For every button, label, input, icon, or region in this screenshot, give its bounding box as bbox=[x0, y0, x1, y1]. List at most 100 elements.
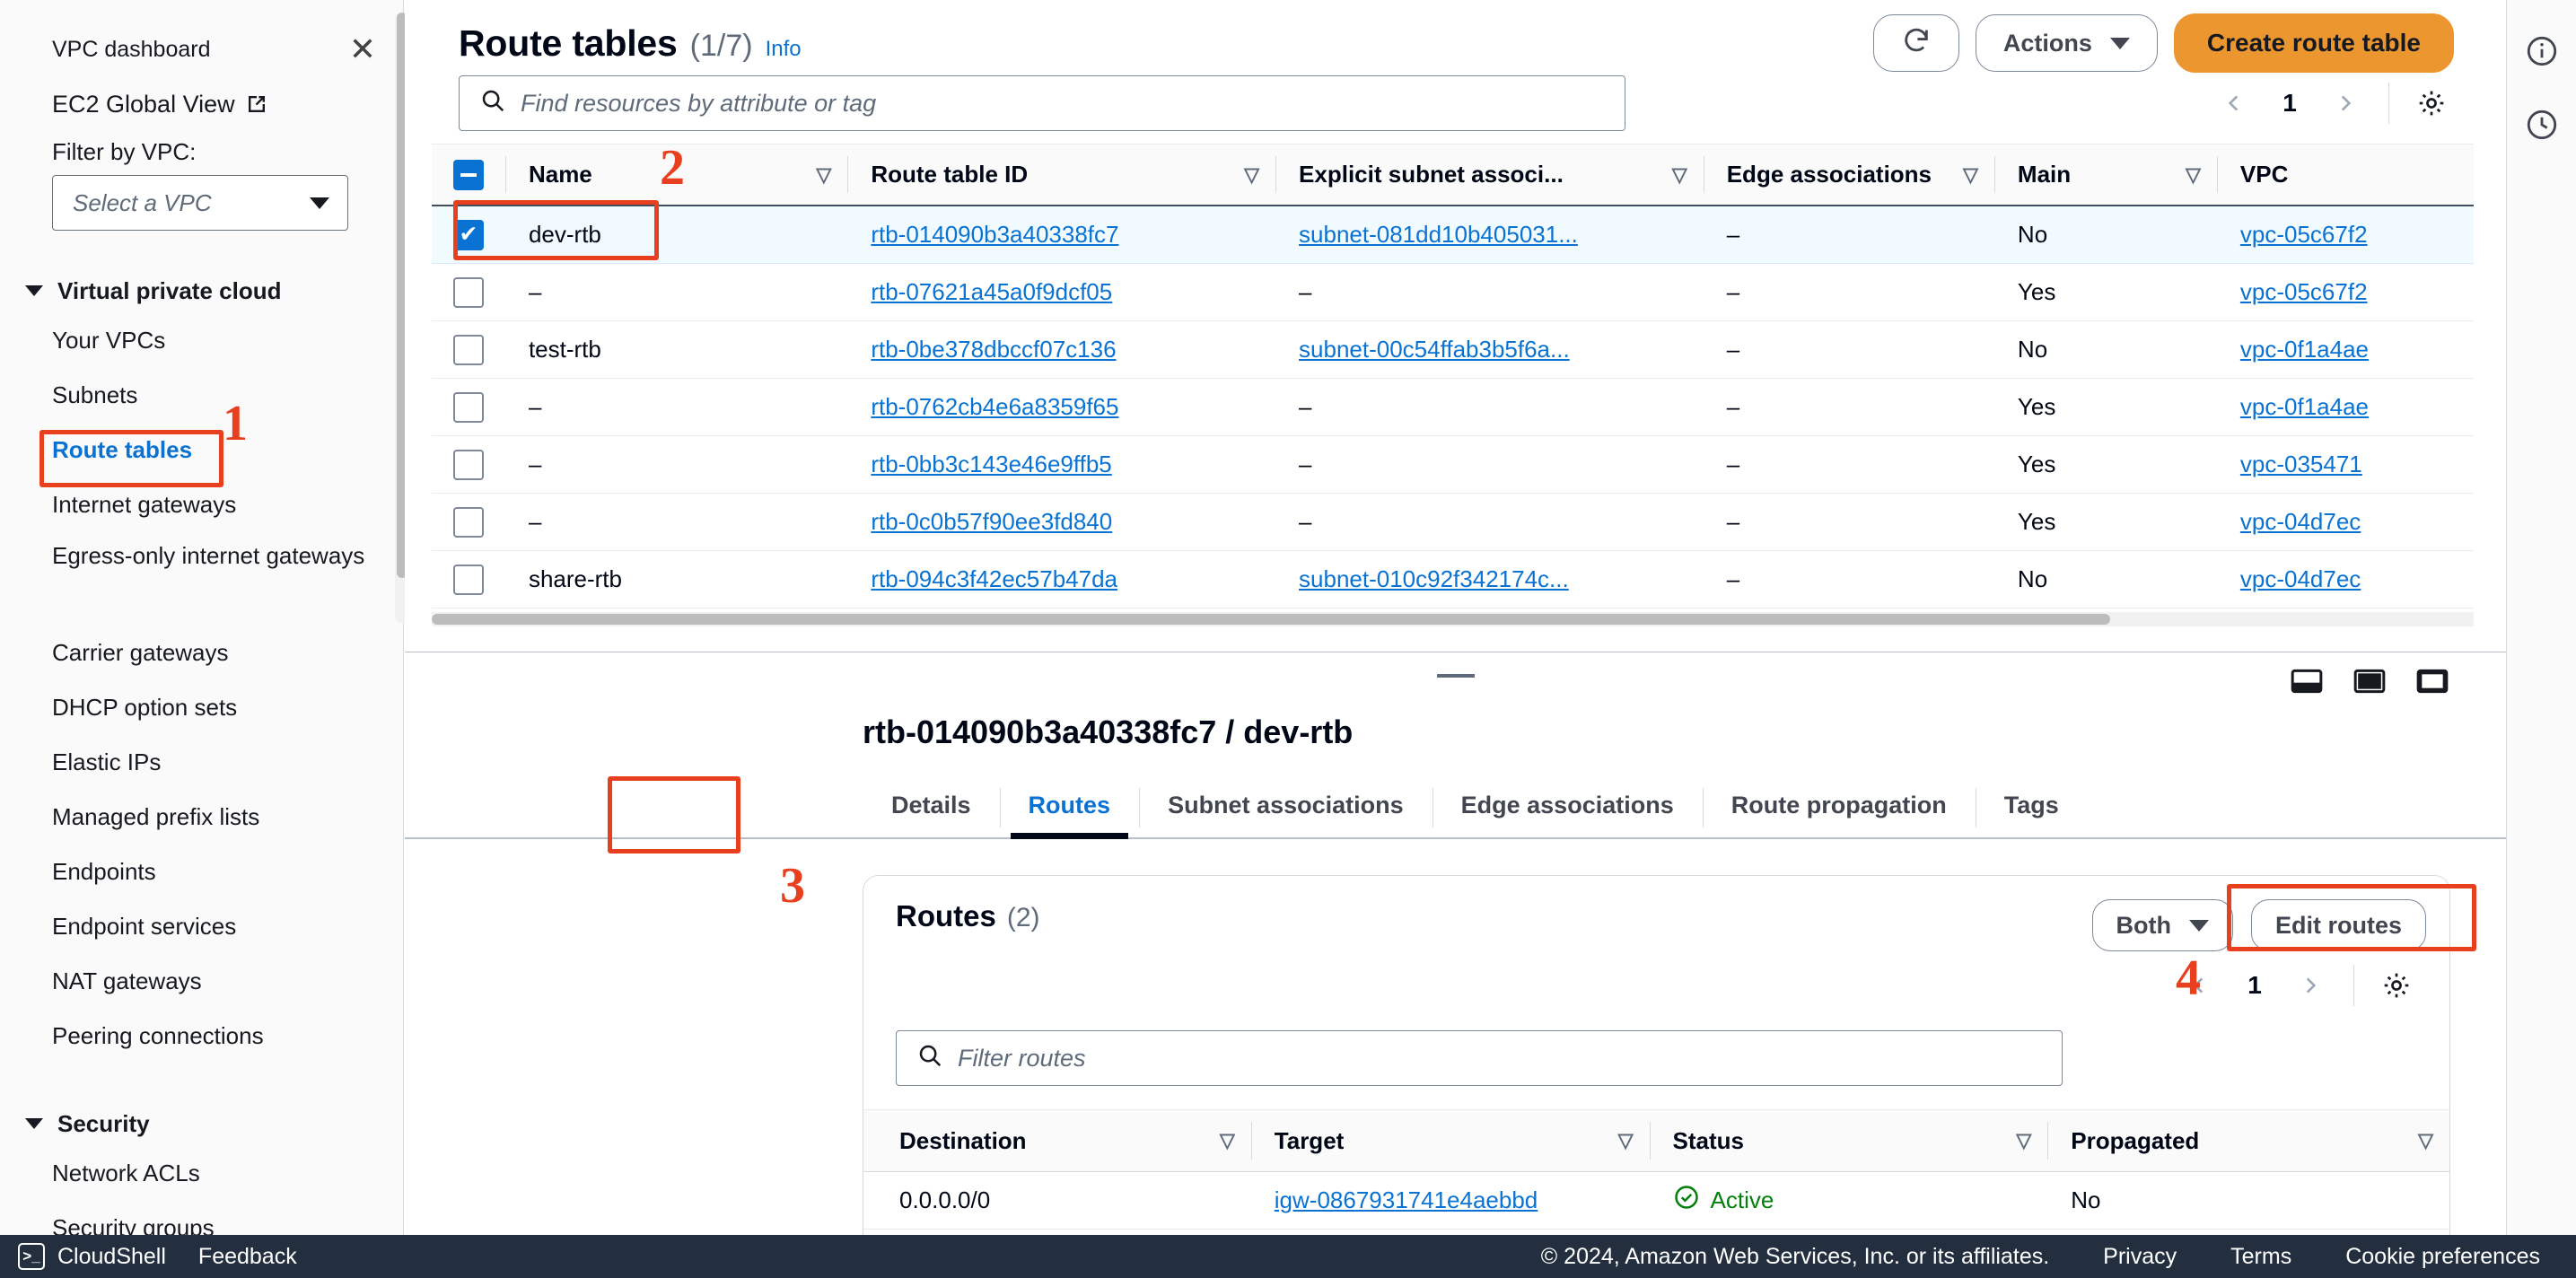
table-row[interactable]: – rtb-0c0b57f90ee3fd840 – – Yes vpc-04d7… bbox=[432, 494, 2474, 551]
search-input[interactable]: Find resources by attribute or tag bbox=[459, 75, 1625, 131]
create-route-table-button[interactable]: Create route table bbox=[2173, 13, 2454, 73]
sidebar-item-subnets[interactable]: Subnets bbox=[0, 368, 403, 423]
pagination-page-number[interactable]: 1 bbox=[2265, 89, 2315, 118]
row-checkbox[interactable] bbox=[452, 564, 484, 595]
history-icon[interactable] bbox=[2507, 88, 2576, 162]
sort-icon[interactable]: ▽ bbox=[1672, 163, 1687, 187]
column-header-vpc[interactable]: VPC bbox=[2216, 144, 2474, 205]
table-row[interactable]: test-rtb rtb-0be378dbccf07c136 subnet-00… bbox=[432, 321, 2474, 379]
panel-full-icon[interactable] bbox=[2414, 663, 2450, 699]
chevron-left-icon[interactable] bbox=[2209, 78, 2259, 128]
close-icon[interactable]: ✕ bbox=[349, 33, 376, 66]
table-row[interactable]: – rtb-07621a45a0f9dcf05 – – Yes vpc-05c6… bbox=[432, 264, 2474, 321]
sidebar-item-vpc-dashboard[interactable]: VPC dashboard bbox=[52, 37, 211, 63]
sidebar-ec2-global-view-row[interactable]: EC2 Global View bbox=[0, 75, 403, 126]
vpc-link[interactable]: vpc-035471 bbox=[2240, 451, 2362, 478]
panel-bottom-icon[interactable] bbox=[2352, 663, 2388, 699]
info-circle-icon[interactable] bbox=[2507, 14, 2576, 88]
routes-page-number[interactable]: 1 bbox=[2230, 971, 2280, 1000]
tab-subnet-associations[interactable]: Subnet associations bbox=[1139, 788, 1433, 837]
select-all-checkbox[interactable] bbox=[452, 159, 484, 190]
table-scrollbar-thumb[interactable] bbox=[432, 614, 2110, 625]
privacy-link[interactable]: Privacy bbox=[2103, 1244, 2177, 1270]
sidebar-item-network-acls[interactable]: Network ACLs bbox=[0, 1146, 403, 1201]
vpc-link[interactable]: vpc-04d7ec bbox=[2240, 508, 2361, 536]
column-header-destination[interactable]: Destination ▽ bbox=[863, 1110, 1251, 1171]
gear-icon[interactable] bbox=[2372, 961, 2421, 1010]
sidebar-item-carrier-gateways[interactable]: Carrier gateways bbox=[0, 626, 403, 680]
routes-table-row[interactable]: 0.0.0.0/0 igw-0867931741e4aebbd Active N… bbox=[863, 1172, 2449, 1230]
edit-routes-button[interactable]: Edit routes bbox=[2250, 899, 2426, 951]
filter-routes-input[interactable]: Filter routes bbox=[896, 1030, 2063, 1086]
route-table-id-link[interactable]: rtb-0be378dbccf07c136 bbox=[871, 336, 1116, 363]
sort-icon[interactable]: ▽ bbox=[1244, 163, 1259, 187]
panel-side-icon[interactable] bbox=[2289, 663, 2325, 699]
sidebar-item-internet-gateways[interactable]: Internet gateways bbox=[0, 477, 403, 532]
sidebar-item-managed-prefix-lists[interactable]: Managed prefix lists bbox=[0, 790, 403, 845]
terms-link[interactable]: Terms bbox=[2230, 1244, 2291, 1270]
subnet-link[interactable]: subnet-081dd10b405031... bbox=[1299, 221, 1578, 249]
route-table-id-link[interactable]: rtb-07621a45a0f9dcf05 bbox=[871, 278, 1112, 306]
route-table-id-link[interactable]: rtb-094c3f42ec57b47da bbox=[871, 565, 1117, 593]
actions-button[interactable]: Actions bbox=[1975, 14, 2158, 72]
refresh-button[interactable] bbox=[1872, 14, 1959, 72]
feedback-link[interactable]: Feedback bbox=[198, 1244, 297, 1270]
sort-icon[interactable]: ▽ bbox=[2418, 1129, 2433, 1152]
sidebar-item-endpoints[interactable]: Endpoints bbox=[0, 845, 403, 899]
column-header-route-table-id[interactable]: Route table ID ▽ bbox=[847, 144, 1275, 205]
tab-edge-associations[interactable]: Edge associations bbox=[1432, 788, 1703, 837]
table-row[interactable]: – rtb-0bb3c143e46e9ffb5 – – Yes vpc-0354… bbox=[432, 436, 2474, 494]
tab-tags[interactable]: Tags bbox=[1975, 788, 2088, 837]
sidebar-item-elastic-ips[interactable]: Elastic IPs bbox=[0, 735, 403, 790]
sort-icon[interactable]: ▽ bbox=[1220, 1129, 1235, 1152]
sort-icon[interactable]: ▽ bbox=[1963, 163, 1978, 187]
vpc-link[interactable]: vpc-0f1a4ae bbox=[2240, 336, 2369, 363]
cloudshell-button[interactable]: >_ CloudShell bbox=[18, 1243, 166, 1270]
chevron-right-icon[interactable] bbox=[2285, 960, 2335, 1011]
table-row[interactable]: share-rtb rtb-094c3f42ec57b47da subnet-0… bbox=[432, 551, 2474, 608]
row-checkbox[interactable] bbox=[452, 391, 484, 423]
target-link[interactable]: igw-0867931741e4aebbd bbox=[1275, 1186, 1538, 1214]
vpc-link[interactable]: vpc-0f1a4ae bbox=[2240, 393, 2369, 421]
route-table-id-link[interactable]: rtb-0762cb4e6a8359f65 bbox=[871, 393, 1118, 421]
sidebar-group-virtual-private-cloud[interactable]: Virtual private cloud bbox=[0, 268, 403, 313]
sidebar-item-endpoint-services[interactable]: Endpoint services bbox=[0, 899, 403, 954]
sidebar-item-your-vpcs[interactable]: Your VPCs bbox=[0, 313, 403, 368]
sort-icon[interactable]: ▽ bbox=[2186, 163, 2201, 187]
subnet-link[interactable]: subnet-010c92f342174c... bbox=[1299, 565, 1569, 593]
sort-icon[interactable]: ▽ bbox=[1618, 1129, 1634, 1152]
column-header-edge-associations[interactable]: Edge associations ▽ bbox=[1703, 144, 1994, 205]
sidebar-item-egress-only-internet-gateways[interactable]: Egress-only internet gateways bbox=[0, 532, 403, 626]
table-row[interactable]: dev-rtb rtb-014090b3a40338fc7 subnet-081… bbox=[432, 206, 2474, 264]
column-header-explicit-subnet-associations[interactable]: Explicit subnet associ... ▽ bbox=[1275, 144, 1704, 205]
chevron-right-icon[interactable] bbox=[2320, 78, 2370, 128]
row-checkbox[interactable] bbox=[452, 276, 484, 308]
vpc-select[interactable]: Select a VPC bbox=[52, 175, 348, 231]
column-header-status[interactable]: Status ▽ bbox=[1649, 1110, 2048, 1171]
vpc-link[interactable]: vpc-05c67f2 bbox=[2240, 221, 2368, 249]
row-checkbox[interactable] bbox=[452, 506, 484, 538]
sidebar-item-route-tables[interactable]: Route tables bbox=[0, 423, 403, 477]
drag-handle-icon[interactable] bbox=[1436, 674, 1475, 678]
route-table-id-link[interactable]: rtb-0bb3c143e46e9ffb5 bbox=[871, 451, 1111, 478]
sidebar-item-peering-connections[interactable]: Peering connections bbox=[0, 1009, 403, 1064]
subnet-link[interactable]: subnet-00c54ffab3b5f6a... bbox=[1299, 336, 1570, 363]
column-header-propagated[interactable]: Propagated ▽ bbox=[2047, 1110, 2449, 1171]
sidebar-item-dhcp-option-sets[interactable]: DHCP option sets bbox=[0, 680, 403, 735]
vpc-link[interactable]: vpc-05c67f2 bbox=[2240, 278, 2368, 306]
info-link[interactable]: Info bbox=[766, 37, 802, 62]
cookie-preferences-link[interactable]: Cookie preferences bbox=[2345, 1244, 2540, 1270]
column-header-target[interactable]: Target ▽ bbox=[1250, 1110, 1650, 1171]
sidebar-item-ec2-global-view[interactable]: EC2 Global View bbox=[52, 91, 235, 118]
table-horizontal-scrollbar[interactable] bbox=[432, 612, 2474, 626]
sidebar-group-security[interactable]: Security bbox=[0, 1101, 403, 1146]
tab-routes[interactable]: Routes bbox=[999, 788, 1140, 839]
route-table-id-link[interactable]: rtb-0c0b57f90ee3fd840 bbox=[871, 508, 1112, 536]
row-checkbox[interactable] bbox=[452, 449, 484, 480]
column-header-main[interactable]: Main ▽ bbox=[1993, 144, 2217, 205]
route-table-id-link[interactable]: rtb-014090b3a40338fc7 bbox=[871, 221, 1118, 249]
tab-details[interactable]: Details bbox=[863, 792, 1000, 837]
vpc-link[interactable]: vpc-04d7ec bbox=[2240, 565, 2361, 593]
row-checkbox[interactable] bbox=[452, 334, 484, 365]
row-checkbox[interactable] bbox=[452, 219, 484, 250]
